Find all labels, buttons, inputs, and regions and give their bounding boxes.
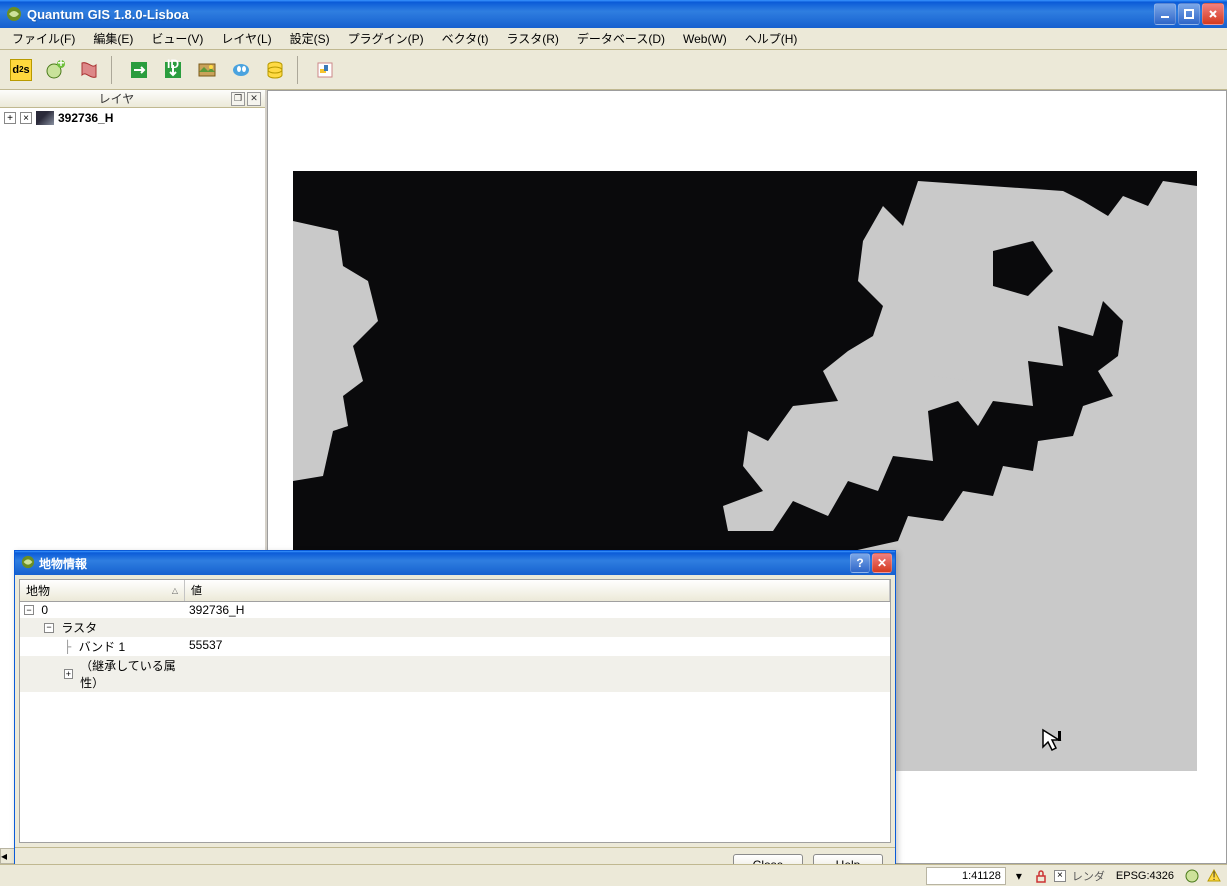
toolbar-separator: [297, 56, 303, 84]
dock-float-button[interactable]: ❐: [231, 92, 245, 106]
column-feature[interactable]: 地物△: [20, 580, 185, 601]
messages-button[interactable]: !: [1205, 867, 1223, 885]
table-row[interactable]: + （継承している属性）: [20, 656, 890, 692]
menu-edit[interactable]: 編集(E): [85, 27, 141, 50]
table-row[interactable]: − ラスタ: [20, 618, 890, 637]
toolbar: d2s + ID: [0, 50, 1227, 90]
tool-map-tips[interactable]: [226, 55, 256, 85]
menu-settings[interactable]: 設定(S): [282, 27, 338, 50]
tree-toggle[interactable]: −: [44, 623, 54, 633]
svg-text:ID: ID: [167, 59, 179, 71]
tool-add-vector[interactable]: +: [40, 55, 70, 85]
tool-zoom-full[interactable]: [124, 55, 154, 85]
identify-grid-body[interactable]: − 0 392736_H − ラスタ ├ バンド 1 55537 + （継承して…: [19, 602, 891, 843]
maximize-button[interactable]: [1178, 3, 1200, 25]
identify-grid-header: 地物△ 値: [19, 579, 891, 602]
identify-dialog: 地物情報 ? ✕ 地物△ 値 − 0 392736_H − ラスタ ├ バンド …: [14, 550, 896, 882]
tool-database[interactable]: [260, 55, 290, 85]
app-icon: [6, 6, 22, 22]
dialog-help-button[interactable]: ?: [850, 553, 870, 573]
tree-toggle[interactable]: +: [64, 669, 73, 679]
dialog-close-button[interactable]: ✕: [872, 553, 892, 573]
svg-text:+: +: [57, 59, 64, 70]
layer-visibility-checkbox[interactable]: ×: [20, 112, 32, 124]
menu-file[interactable]: ファイル(F): [4, 27, 83, 50]
render-checkbox[interactable]: ×: [1054, 870, 1066, 882]
table-row[interactable]: − 0 392736_H: [20, 602, 890, 618]
menu-help[interactable]: ヘルプ(H): [737, 27, 806, 50]
layer-swatch-icon: [36, 111, 54, 125]
scale-lock-button[interactable]: [1032, 867, 1050, 885]
scale-dropdown-button[interactable]: ▾: [1010, 867, 1028, 885]
minimize-button[interactable]: [1154, 3, 1176, 25]
menu-raster[interactable]: ラスタ(R): [499, 27, 567, 50]
render-label: レンダ: [1070, 868, 1107, 884]
menu-layer[interactable]: レイヤ(L): [213, 27, 279, 50]
statusbar: 1:41128 ▾ × レンダ EPSG:4326 !: [0, 864, 1227, 886]
layers-panel-label: レイヤ: [99, 90, 135, 107]
menu-web[interactable]: Web(W): [675, 29, 735, 49]
identify-body: 地物△ 値 − 0 392736_H − ラスタ ├ バンド 1 55537 +…: [15, 575, 895, 847]
toolbar-separator: [111, 56, 117, 84]
menu-view[interactable]: ビュー(V): [143, 27, 211, 50]
crs-button[interactable]: [1183, 867, 1201, 885]
identify-cursor-icon: [1040, 727, 1066, 753]
dock-close-button[interactable]: ✕: [247, 92, 261, 106]
tool-zoom-selection[interactable]: ID: [158, 55, 188, 85]
close-button[interactable]: [1202, 3, 1224, 25]
tool-python[interactable]: [310, 55, 340, 85]
qgis-icon: [21, 555, 35, 572]
menu-vector[interactable]: ベクタ(t): [434, 27, 497, 50]
window-title: Quantum GIS 1.8.0-Lisboa: [27, 7, 1154, 22]
window-titlebar: Quantum GIS 1.8.0-Lisboa: [0, 0, 1227, 28]
menu-database[interactable]: データベース(D): [569, 27, 673, 50]
window-buttons: [1154, 3, 1224, 25]
scale-input[interactable]: 1:41128: [926, 867, 1006, 885]
layers-panel-title: レイヤ ❐ ✕: [0, 90, 265, 108]
crs-label[interactable]: EPSG:4326: [1111, 867, 1179, 885]
menubar: ファイル(F) 編集(E) ビュー(V) レイヤ(L) 設定(S) プラグイン(…: [0, 28, 1227, 50]
identify-dialog-title: 地物情報: [39, 555, 87, 572]
layer-row[interactable]: + × 392736_H: [0, 108, 265, 128]
tool-add-raster[interactable]: [74, 55, 104, 85]
layer-name: 392736_H: [58, 111, 113, 125]
table-row[interactable]: ├ バンド 1 55537: [20, 637, 890, 656]
layer-expand-toggle[interactable]: +: [4, 112, 16, 124]
menu-plugins[interactable]: プラグイン(P): [340, 27, 432, 50]
column-value[interactable]: 値: [185, 580, 890, 601]
identify-dialog-titlebar[interactable]: 地物情報 ? ✕: [15, 551, 895, 575]
tool-export-image[interactable]: [192, 55, 222, 85]
tree-toggle[interactable]: −: [24, 605, 34, 615]
tool-d2s[interactable]: d2s: [6, 55, 36, 85]
svg-text:!: !: [1212, 869, 1215, 883]
